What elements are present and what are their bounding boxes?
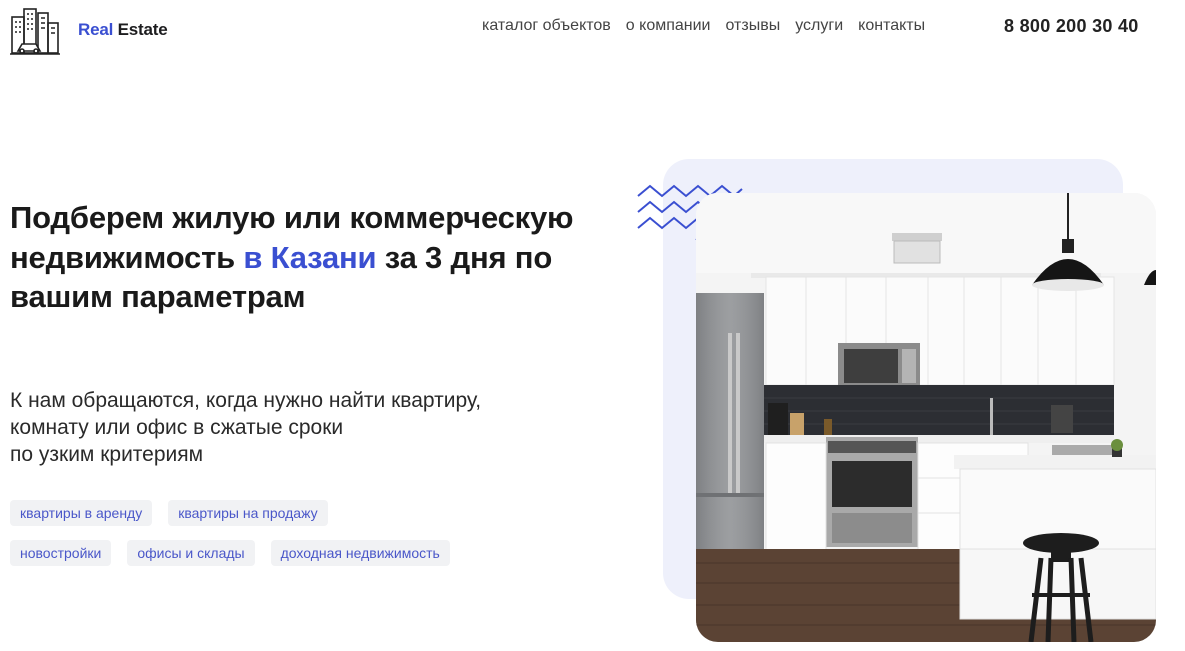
hero-subtitle-line: по узким критериям — [10, 443, 204, 466]
hero-subtitle: К нам обращаются, когда нужно найти квар… — [10, 387, 610, 468]
city-buildings-icon — [10, 5, 60, 55]
nav-catalog[interactable]: каталог объектов — [482, 17, 611, 35]
category-tags: квартиры в аренду квартиры на продажу но… — [10, 500, 570, 580]
nav-services[interactable]: услуги — [795, 17, 843, 35]
logo-rest: Estate — [117, 20, 168, 39]
logo-accent: Real — [78, 20, 114, 39]
tag-new-buildings[interactable]: новостройки — [10, 540, 112, 566]
nav-about[interactable]: о компании — [626, 17, 711, 35]
phone-number[interactable]: 8 800 200 30 40 — [1004, 16, 1139, 37]
tag-row: квартиры в аренду квартиры на продажу — [10, 500, 570, 526]
logo-text: Real Estate — [78, 20, 168, 40]
logo[interactable]: Real Estate — [10, 5, 168, 55]
kitchen-photo — [696, 193, 1156, 642]
tag-offices[interactable]: офисы и склады — [127, 540, 255, 566]
hero-subtitle-line: К нам обращаются, когда нужно найти квар… — [10, 389, 482, 412]
hero-title-highlight: в Казани — [243, 239, 377, 275]
tag-row: новостройки офисы и склады доходная недв… — [10, 540, 570, 566]
tag-rent[interactable]: квартиры в аренду — [10, 500, 153, 526]
nav-contacts[interactable]: контакты — [858, 17, 925, 35]
tag-sale[interactable]: квартиры на продажу — [168, 500, 328, 526]
hero-subtitle-line: комнату или офис в сжатые сроки — [10, 416, 344, 439]
tag-income-property[interactable]: доходная недвижимость — [270, 540, 450, 566]
main-nav: каталог объектов о компании отзывы услуг… — [482, 17, 940, 35]
hero-title: Подберем жилую или коммерческую недвижим… — [10, 198, 620, 317]
nav-reviews[interactable]: отзывы — [726, 17, 781, 35]
